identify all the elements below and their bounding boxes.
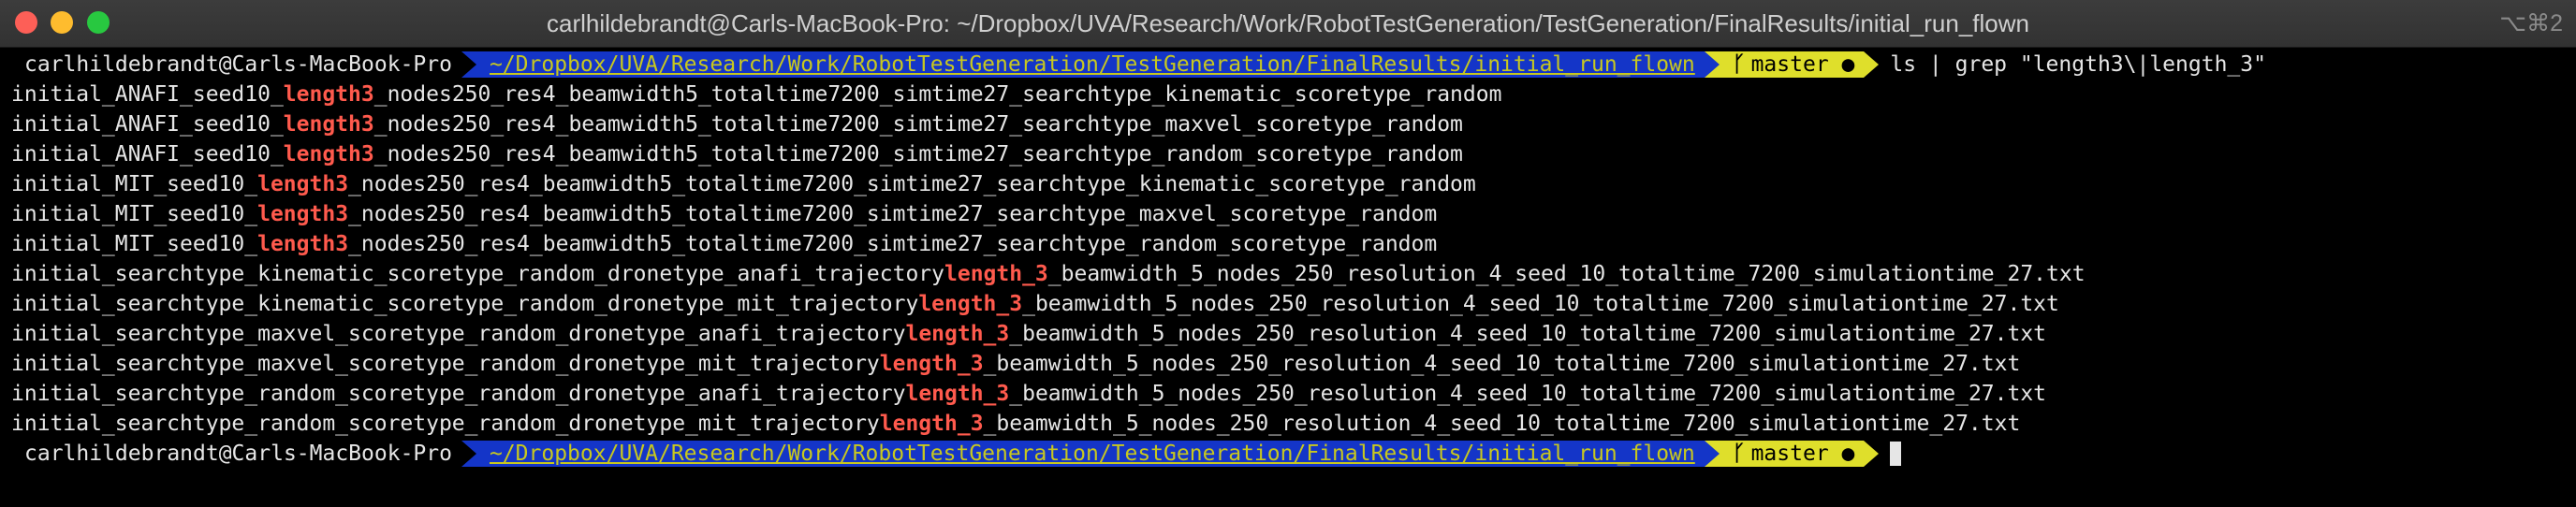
output-list: initial_ANAFI_seed10_ length3 _nodes250_re…: [11, 80, 2567, 439]
output-filename-prefix: initial_ANAFI_seed10_: [11, 82, 284, 107]
prompt-separator-arrow: [461, 441, 476, 467]
prompt-branch: master: [1750, 52, 1829, 77]
grep-match-highlight: length3: [257, 232, 349, 256]
output-filename-suffix: _nodes250_res4_beamwidth5_totaltime7200_…: [348, 232, 1438, 256]
title-bar[interactable]: carlhildebrandt@Carls-MacBook-Pro: ~/Dro…: [0, 0, 2576, 48]
grep-match-highlight: length3: [283, 112, 374, 137]
output-filename-suffix: _nodes250_res4_beamwidth5_totaltime7200_…: [348, 202, 1438, 226]
output-filename-prefix: initial_ANAFI_seed10_: [11, 142, 284, 167]
output-filename-suffix: _nodes250_res4_beamwidth5_totaltime7200_…: [348, 172, 1476, 196]
grep-match-highlight: length_3: [879, 412, 984, 436]
prompt-separator-arrow: [1864, 441, 1880, 467]
prompt-separator-arrow: [1864, 51, 1880, 78]
git-branch-icon: ᚴ: [1732, 52, 1746, 77]
output-line: initial_MIT_seed10_ length3 _nodes250_res4…: [11, 169, 2567, 199]
output-line: initial_ANAFI_seed10_ length3 _nodes250_re…: [11, 109, 2567, 139]
output-filename-prefix: initial_ANAFI_seed10_: [11, 112, 284, 137]
grep-match-highlight: length3: [283, 82, 374, 107]
output-filename-prefix: initial_MIT_seed10_: [11, 202, 258, 226]
grep-match-highlight: length_3: [905, 382, 1010, 406]
text-cursor: [1890, 442, 1902, 466]
output-line: initial_MIT_seed10_ length3 _nodes250_res4…: [11, 199, 2567, 229]
prompt-directory: ~/Dropbox/UVA/Research/Work/RobotTestGen…: [476, 51, 1705, 78]
output-line: initial_searchtype_random_scoretype_rand…: [11, 379, 2567, 409]
output-filename-suffix: _beamwidth_5_nodes_250_resolution_4_seed…: [1009, 382, 2047, 406]
output-filename-prefix: initial_searchtype_random_scoretype_rand…: [11, 382, 906, 406]
output-line: initial_searchtype_kinematic_scoretype_r…: [11, 289, 2567, 319]
prompt-git-segment: ᚴ master ●: [1719, 51, 1865, 78]
git-status-dot-icon: ●: [1841, 52, 1855, 77]
grep-match-highlight: length_3: [918, 292, 1023, 316]
output-filename-suffix: _nodes250_res4_beamwidth5_totaltime7200_…: [373, 112, 1463, 137]
grep-match-highlight: length_3: [879, 352, 984, 376]
prompt-line: carlhildebrandt@Carls-MacBook-Pro ~/Dropb…: [11, 50, 2567, 80]
output-filename-prefix: initial_searchtype_maxvel_scoretype_rand…: [11, 352, 880, 376]
git-status-dot-icon: ●: [1841, 442, 1855, 466]
output-line: initial_searchtype_kinematic_scoretype_r…: [11, 259, 2567, 289]
prompt-separator-arrow: [1704, 51, 1720, 78]
window-shortcut: ⌥⌘2: [2499, 10, 2563, 36]
prompt-user: carlhildebrandt@Carls-MacBook-Pro: [11, 51, 461, 78]
grep-match-highlight: length3: [257, 172, 349, 196]
prompt-directory: ~/Dropbox/UVA/Research/Work/RobotTestGen…: [476, 441, 1705, 467]
prompt-branch: master: [1750, 442, 1829, 466]
output-filename-prefix: initial_searchtype_kinematic_scoretype_r…: [11, 262, 944, 286]
command-text: ls | grep "length3\|length_3": [1890, 52, 2266, 77]
output-line: initial_ANAFI_seed10_ length3 _nodes250_re…: [11, 80, 2567, 109]
grep-match-highlight: length_3: [944, 262, 1048, 286]
output-filename-prefix: initial_searchtype_random_scoretype_rand…: [11, 412, 880, 436]
terminal-content[interactable]: carlhildebrandt@Carls-MacBook-Pro ~/Dropb…: [11, 50, 2567, 502]
prompt-separator-arrow: [1704, 441, 1720, 467]
output-line: initial_searchtype_maxvel_scoretype_rand…: [11, 349, 2567, 379]
output-filename-prefix: initial_searchtype_maxvel_scoretype_rand…: [11, 322, 906, 346]
grep-match-highlight: length3: [283, 142, 374, 167]
prompt-line: carlhildebrandt@Carls-MacBook-Pro ~/Dropb…: [11, 439, 2567, 469]
grep-match-highlight: length_3: [905, 322, 1010, 346]
output-line: initial_searchtype_random_scoretype_rand…: [11, 409, 2567, 439]
output-line: initial_searchtype_maxvel_scoretype_rand…: [11, 319, 2567, 349]
prompt-user: carlhildebrandt@Carls-MacBook-Pro: [11, 441, 461, 467]
output-filename-suffix: _beamwidth_5_nodes_250_resolution_4_seed…: [1022, 292, 2059, 316]
output-line: initial_ANAFI_seed10_ length3 _nodes250_re…: [11, 139, 2567, 169]
window-title: carlhildebrandt@Carls-MacBook-Pro: ~/Dro…: [547, 9, 2029, 37]
prompt-git-segment: ᚴ master ●: [1719, 441, 1865, 467]
terminal-window: carlhildebrandt@Carls-MacBook-Pro: ~/Dro…: [0, 0, 2576, 507]
output-filename-prefix: initial_MIT_seed10_: [11, 172, 258, 196]
output-filename-suffix: _beamwidth_5_nodes_250_resolution_4_seed…: [983, 352, 2021, 376]
output-filename-prefix: initial_MIT_seed10_: [11, 232, 258, 256]
output-filename-suffix: _nodes250_res4_beamwidth5_totaltime7200_…: [373, 82, 1502, 107]
output-filename-suffix: _beamwidth_5_nodes_250_resolution_4_seed…: [1009, 322, 2047, 346]
git-branch-icon: ᚴ: [1732, 442, 1746, 466]
grep-match-highlight: length3: [257, 202, 349, 226]
output-filename-suffix: _beamwidth_5_nodes_250_resolution_4_seed…: [1047, 262, 2086, 286]
output-filename-suffix: _beamwidth_5_nodes_250_resolution_4_seed…: [983, 412, 2021, 436]
output-line: initial_MIT_seed10_ length3 _nodes250_res4…: [11, 229, 2567, 259]
prompt-separator-arrow: [461, 51, 476, 78]
output-filename-prefix: initial_searchtype_kinematic_scoretype_r…: [11, 292, 919, 316]
output-filename-suffix: _nodes250_res4_beamwidth5_totaltime7200_…: [373, 142, 1463, 167]
